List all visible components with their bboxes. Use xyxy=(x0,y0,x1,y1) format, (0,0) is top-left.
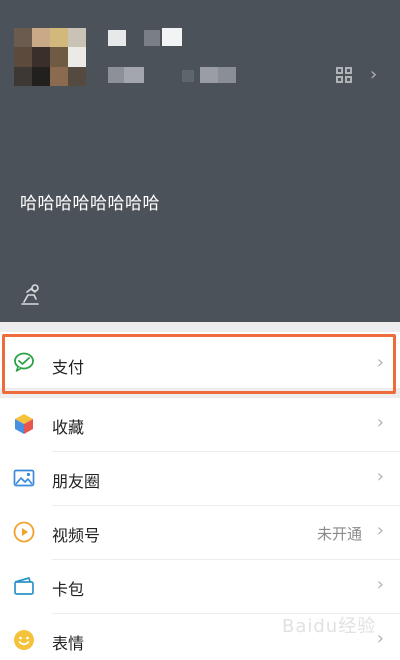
menu-item-favorites[interactable]: 收藏 › xyxy=(0,398,400,452)
stickers-icon xyxy=(14,630,34,650)
menu-item-label: 朋友圈 xyxy=(52,472,101,491)
nickname-blur xyxy=(162,28,182,46)
nickname-blur xyxy=(108,30,126,46)
wechat-id-blur xyxy=(182,70,194,82)
qr-code-icon[interactable] xyxy=(336,67,352,83)
menu-item-label: 支付 xyxy=(52,358,85,377)
menu-item-label: 视频号 xyxy=(52,526,101,545)
status-icon[interactable] xyxy=(18,282,44,308)
section-gap xyxy=(0,322,400,332)
chevron-right-icon: › xyxy=(376,466,384,487)
menu-item-label: 收藏 xyxy=(52,418,85,437)
profile-header[interactable]: › 哈哈哈哈哈哈哈哈 xyxy=(0,0,400,322)
chevron-right-icon: › xyxy=(376,352,384,373)
moments-icon xyxy=(13,469,35,487)
wechat-id-blur xyxy=(108,67,124,83)
wechat-id-blur xyxy=(124,67,144,83)
menu-list: 支付 › 收藏 › 朋友圈 › 视频号 未开通 › 卡包 › 表情 › xyxy=(0,322,400,660)
menu-item-label: 卡包 xyxy=(52,580,85,599)
avatar[interactable] xyxy=(14,28,86,86)
menu-item-pay[interactable]: 支付 › xyxy=(0,332,400,394)
menu-item-channels[interactable]: 视频号 未开通 › xyxy=(0,506,400,560)
nickname-blur xyxy=(144,30,160,46)
divider xyxy=(0,388,400,394)
favorites-icon xyxy=(15,414,33,434)
chevron-right-icon: › xyxy=(376,574,384,595)
watermark: Baidu经验 xyxy=(282,616,377,637)
menu-item-label: 表情 xyxy=(52,634,85,653)
menu-item-cards[interactable]: 卡包 › xyxy=(0,560,400,614)
chevron-right-icon: › xyxy=(376,628,384,649)
status-text[interactable]: 哈哈哈哈哈哈哈哈 xyxy=(20,189,160,214)
wechat-id-blur xyxy=(200,67,218,83)
chevron-right-icon[interactable]: › xyxy=(370,64,377,85)
menu-item-moments[interactable]: 朋友圈 › xyxy=(0,452,400,506)
pay-icon xyxy=(14,352,34,372)
chevron-right-icon: › xyxy=(376,520,384,541)
channels-status: 未开通 xyxy=(316,525,362,543)
channels-icon xyxy=(13,521,35,543)
chevron-right-icon: › xyxy=(376,412,384,433)
cards-icon xyxy=(14,577,34,595)
wechat-id-blur xyxy=(218,67,236,83)
